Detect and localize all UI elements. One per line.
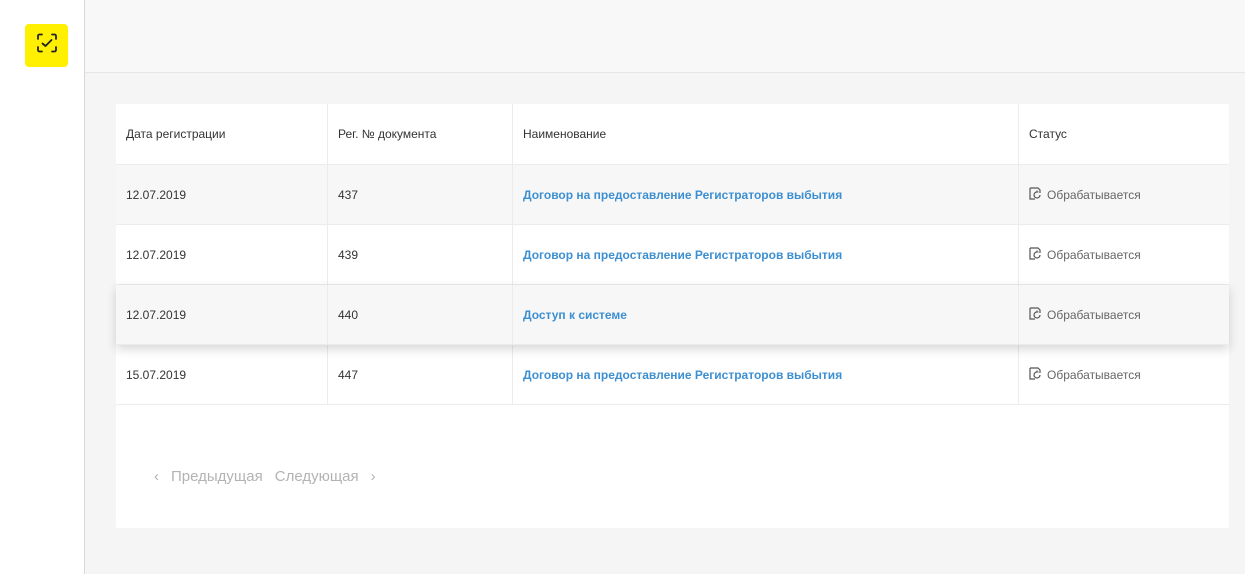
header-reg-no: Рег. № документа (328, 104, 513, 164)
status-text: Обрабатывается (1047, 367, 1141, 382)
scan-check-icon (36, 33, 58, 58)
table-row[interactable]: 12.07.2019 437 Договор на предоставление… (116, 165, 1229, 225)
document-link[interactable]: Договор на предоставление Регистраторов … (523, 188, 842, 202)
header-name: Наименование (513, 104, 1019, 164)
document-processing-icon (1029, 366, 1041, 383)
next-page-label: Следующая (274, 468, 359, 485)
row-date: 12.07.2019 (116, 165, 328, 224)
document-link[interactable]: Доступ к системе (523, 308, 627, 322)
document-processing-icon (1029, 306, 1041, 323)
status-badge: Обрабатывается (1029, 366, 1141, 383)
status-text: Обрабатывается (1047, 247, 1141, 262)
prev-page-button[interactable]: ‹ Предыдущая (154, 468, 263, 485)
table-row[interactable]: 15.07.2019 447 Договор на предоставление… (116, 345, 1229, 405)
row-reg-no: 440 (328, 285, 513, 344)
header-date: Дата регистрации (116, 104, 328, 164)
row-date: 12.07.2019 (116, 285, 328, 344)
row-reg-no: 439 (328, 225, 513, 284)
row-reg-no: 447 (328, 345, 513, 404)
pagination: ‹ Предыдущая Следующая › (154, 468, 376, 485)
prev-page-label: Предыдущая (171, 468, 263, 485)
sidebar (0, 0, 85, 574)
chevron-left-icon: ‹ (154, 468, 159, 485)
next-page-button[interactable]: Следующая › (275, 468, 376, 485)
header-status: Статус (1029, 127, 1067, 141)
documents-card: Дата регистрации Рег. № документа Наимен… (116, 104, 1229, 528)
document-link[interactable]: Договор на предоставление Регистраторов … (523, 248, 842, 262)
row-date: 12.07.2019 (116, 225, 328, 284)
row-date: 15.07.2019 (116, 345, 328, 404)
status-text: Обрабатывается (1047, 307, 1141, 322)
logo[interactable] (25, 24, 68, 67)
chevron-right-icon: › (370, 468, 376, 485)
status-badge: Обрабатывается (1029, 186, 1141, 203)
main-content: Дата регистрации Рег. № документа Наимен… (85, 73, 1245, 574)
status-badge: Обрабатывается (1029, 246, 1141, 263)
table-header-row: Дата регистрации Рег. № документа Наимен… (116, 104, 1229, 165)
table-row[interactable]: 12.07.2019 440 Доступ к системе Обрабаты… (116, 285, 1229, 345)
document-processing-icon (1029, 246, 1041, 263)
row-reg-no: 437 (328, 165, 513, 224)
status-badge: Обрабатывается (1029, 306, 1141, 323)
top-bar (85, 0, 1245, 73)
table-row[interactable]: 12.07.2019 439 Договор на предоставление… (116, 225, 1229, 285)
status-text: Обрабатывается (1047, 187, 1141, 202)
document-processing-icon (1029, 186, 1041, 203)
documents-table: Дата регистрации Рег. № документа Наимен… (116, 104, 1229, 405)
document-link[interactable]: Договор на предоставление Регистраторов … (523, 368, 842, 382)
